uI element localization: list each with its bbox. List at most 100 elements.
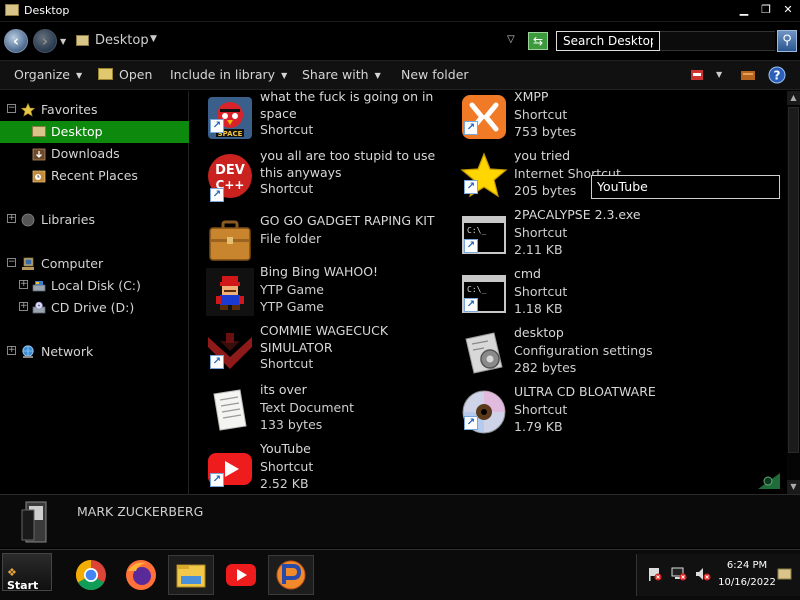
file-item[interactable]: its over Text Document 133 bytes [190,382,440,438]
nav-libraries[interactable]: + Libraries [0,209,189,231]
taskbar-youtube[interactable] [218,555,264,595]
expand-icon[interactable]: + [7,214,16,223]
expand-icon[interactable]: + [19,302,28,311]
open-button[interactable]: Open [98,67,152,82]
file-name: COMMIE WAGECUCK SIMULATOR [260,323,389,355]
recent-pages-dropdown[interactable]: ▼ [60,37,66,46]
nav-network[interactable]: + Network [0,341,189,363]
file-size: 205 bytes [514,183,577,198]
computer-icon [22,257,34,270]
back-button[interactable]: ‹ [4,29,28,53]
show-desktop-icon[interactable] [777,567,793,581]
collapse-icon[interactable]: − [7,258,16,267]
file-name: ULTRA CD BLOATWARE [514,384,656,399]
address-bar: ‹ › ▼ Desktop ▼ ▽ ⇆ ⚲ [0,22,800,60]
file-item[interactable]: Bing Bing WAHOO! YTP Game YTP Game [190,264,440,320]
resize-grip-icon[interactable] [756,465,782,491]
recent-places-icon [32,170,46,183]
nav-desktop-label: Desktop [51,124,103,139]
file-name: 2PACALYPSE 2.3.exe [514,207,641,222]
taskbar: ❖ Start 6:24 PM 10/16/2022 [0,549,800,600]
share-with-button[interactable]: Share with ▼ [302,67,381,82]
new-folder-button[interactable]: New folder [401,67,469,82]
breadcrumb-location[interactable]: Desktop [95,33,149,48]
organize-button[interactable]: Organize ▼ [14,67,82,82]
nav-downloads[interactable]: Downloads [0,143,189,165]
details-pane: MARK ZUCKERBERG [0,494,800,548]
expand-icon[interactable]: + [19,280,28,289]
file-item[interactable]: DEV C++ ↗ you all are too stupid to use … [190,148,440,204]
file-size: 2.52 KB [260,476,309,491]
network-status-icon[interactable] [671,567,687,581]
clock-date[interactable]: 10/16/2022 [716,577,778,588]
network-icon [22,345,34,358]
help-icon[interactable]: ? [768,66,786,87]
shortcut-arrow-icon: ↗ [210,188,224,202]
shortcut-arrow-icon: ↗ [210,355,224,369]
angry-birds-icon: SPACE [208,97,252,139]
nav-recent-places-label: Recent Places [51,168,138,183]
briefcase-icon [209,220,251,261]
firefox-icon [126,560,156,590]
file-item[interactable]: ↗ YouTube Shortcut 2.52 KB [190,441,440,494]
include-in-library-label: Include in library [170,67,276,82]
scroll-thumb[interactable] [788,107,799,453]
nav-favorites[interactable]: − Favorites [0,99,189,121]
file-item[interactable]: ↗ ULTRA CD BLOATWARE Shortcut 1.79 KB [444,384,694,440]
cd-drive-icon [32,301,46,314]
taskbar-chrome[interactable] [68,555,114,595]
volume-muted-icon[interactable] [695,567,711,581]
nav-cd-drive[interactable]: + CD Drive (D:) [0,297,189,319]
file-item[interactable]: SPACE ↗ what the fuck is going on in spa… [190,91,440,145]
action-center-flag-icon[interactable] [647,567,663,581]
shortcut-arrow-icon: ↗ [210,473,224,487]
minimize-button[interactable]: ▁ [736,3,752,17]
view-options-dropdown[interactable]: ▼ [716,70,722,79]
nav-desktop[interactable]: Desktop [0,121,189,143]
downloads-icon [32,148,46,161]
close-button[interactable]: ✕ [780,3,796,17]
nav-computer[interactable]: − Computer [0,253,189,275]
svg-text:?: ? [774,69,781,83]
refresh-button[interactable]: ⇆ [528,32,548,50]
nav-network-label: Network [41,344,94,359]
folder-icon [76,35,89,46]
vertical-scrollbar[interactable]: ▲ ▼ [787,91,800,494]
address-history-dropdown[interactable]: ▽ [507,34,515,45]
window-title: Desktop [24,4,70,17]
share-with-label: Share with [302,67,369,82]
search-input[interactable] [556,31,660,51]
collapse-icon[interactable]: − [7,104,16,113]
chevron-down-icon[interactable]: ▼ [150,34,157,44]
taskbar-file-explorer[interactable] [168,555,214,595]
clock-time[interactable]: 6:24 PM [724,560,770,571]
breadcrumb[interactable]: Desktop ▼ [70,29,500,53]
expand-icon[interactable]: + [7,346,16,355]
nav-local-disk[interactable]: + Local Disk (C:) [0,275,189,297]
text-document-icon [213,389,247,431]
search-field-extension[interactable] [660,31,775,51]
taskbar-firefox[interactable] [118,555,164,595]
file-item[interactable]: C:\_ ↗ cmd Shortcut 1.18 KB [444,266,694,322]
shortcut-arrow-icon: ↗ [464,121,478,135]
open-folder-icon [98,68,113,80]
include-in-library-button[interactable]: Include in library ▼ [170,67,287,82]
file-type: Shortcut [260,122,314,137]
taskbar-pinball[interactable] [268,555,314,595]
forward-button[interactable]: › [33,29,57,53]
file-item[interactable]: GO GO GADGET RAPING KIT File folder [190,213,440,269]
file-item[interactable]: desktop Configuration settings 282 bytes [444,325,694,381]
preview-pane-icon[interactable] [740,68,756,85]
change-view-icon[interactable] [690,68,704,85]
maximize-button[interactable]: ❐ [758,3,774,17]
search-icon[interactable]: ⚲ [777,30,797,52]
open-label: Open [119,67,153,82]
file-item[interactable]: C:\_ ↗ 2PACALYPSE 2.3.exe Shortcut 2.11 … [444,207,694,263]
file-type: Text Document [260,400,355,415]
nav-recent-places[interactable]: Recent Places [0,165,189,187]
scroll-up-button[interactable]: ▲ [787,91,800,105]
file-item[interactable]: ↗ COMMIE WAGECUCK SIMULATOR Shortcut [190,323,440,379]
start-button[interactable]: ❖ Start [2,553,52,592]
file-item[interactable]: ↗ XMPP Shortcut 753 bytes [444,91,694,145]
scroll-down-button[interactable]: ▼ [787,480,800,494]
